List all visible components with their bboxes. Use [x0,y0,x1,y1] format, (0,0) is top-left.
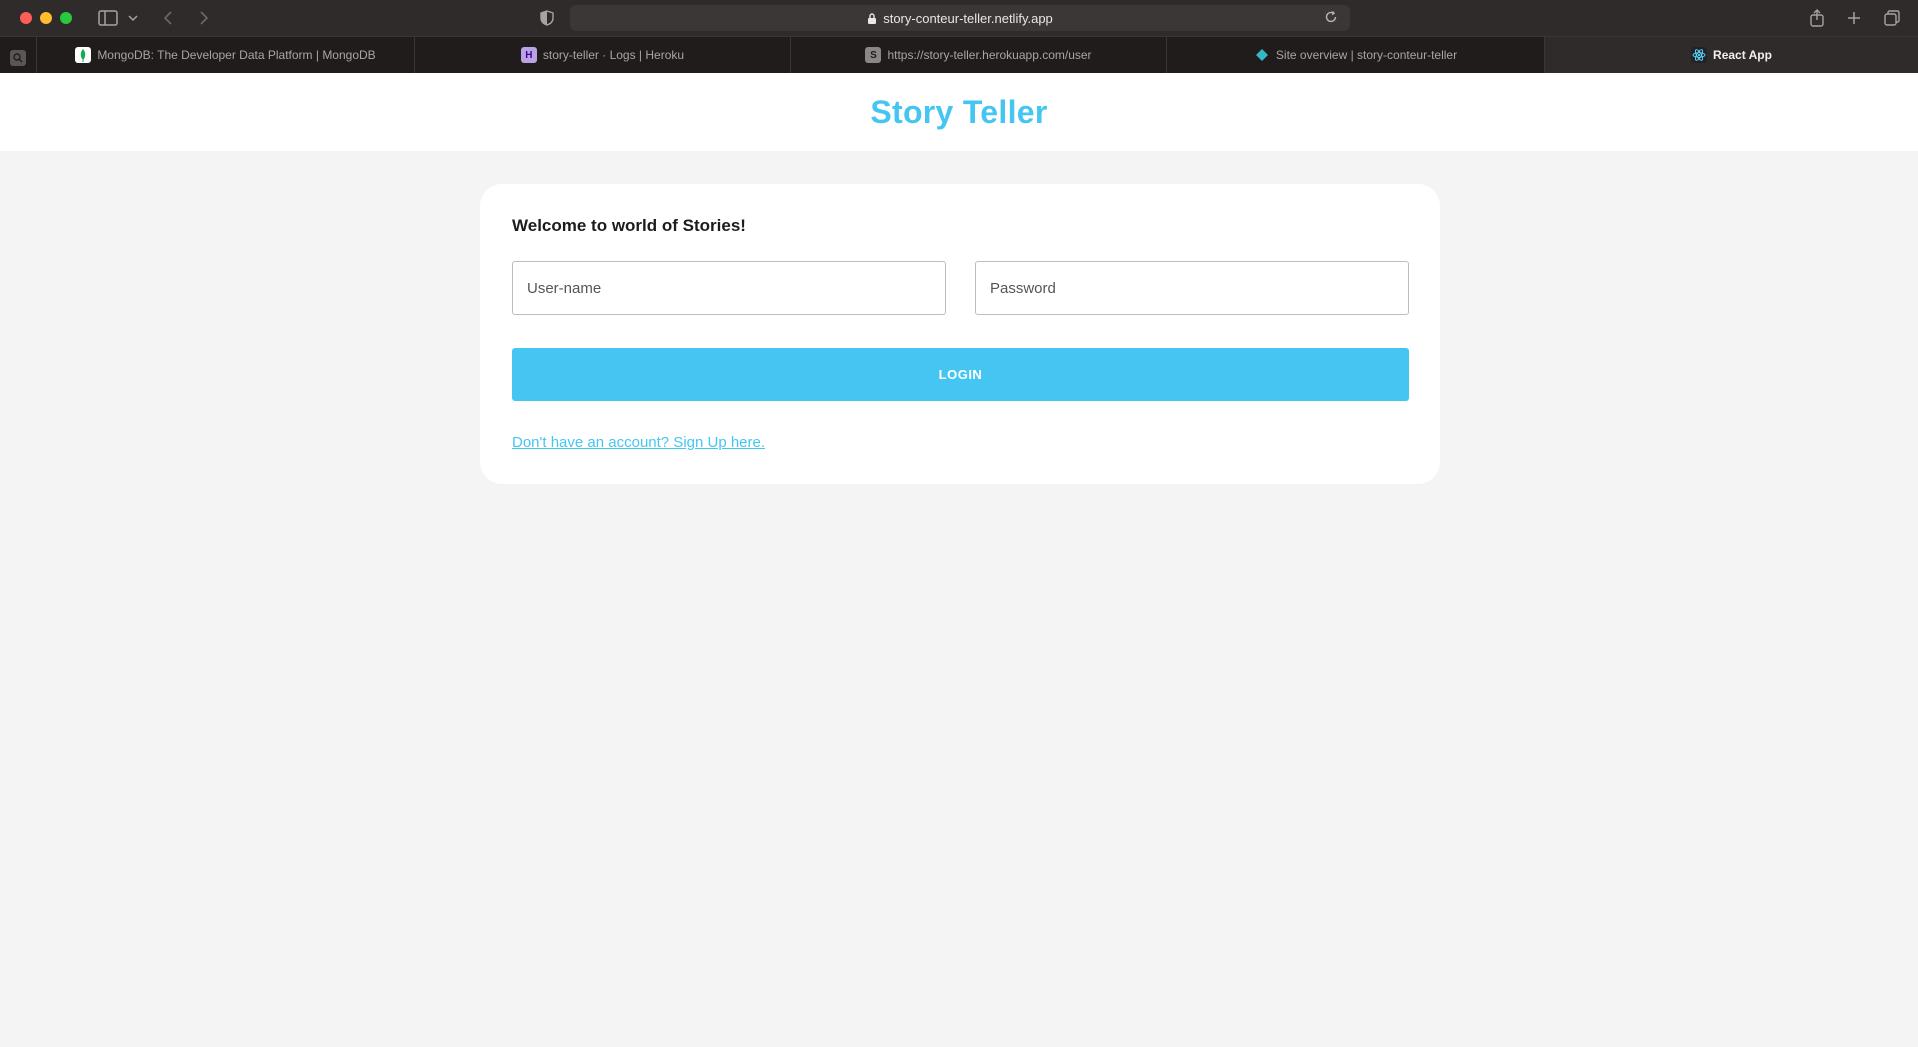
react-icon [1691,47,1708,63]
app-title: Story Teller [870,93,1048,130]
page-content: Story Teller Welcome to world of Stories… [0,73,1918,1047]
password-input[interactable] [975,261,1409,315]
tab-title: https://story-teller.herokuapp.com/user [887,48,1092,62]
share-icon[interactable] [1807,8,1827,28]
login-button[interactable]: LOGIN [512,348,1409,401]
new-tab-icon[interactable] [1844,8,1864,28]
netlify-diamond-icon [1254,47,1270,63]
tab-bar: MongoDB: The Developer Data Platform | M… [0,36,1918,73]
tab-title: React App [1713,48,1772,62]
tab-heroku-logs[interactable]: H story-teller · Logs | Heroku [414,37,790,73]
username-input[interactable] [512,261,946,315]
browser-toolbar: story-conteur-teller.netlify.app [0,0,1918,36]
url-text: story-conteur-teller.netlify.app [883,10,1053,26]
login-card: Welcome to world of Stories! LOGIN Don't… [480,184,1440,484]
reload-icon[interactable] [1324,10,1340,26]
tab-title: story-teller · Logs | Heroku [542,48,685,62]
tab-herokuapp-user[interactable]: S https://story-teller.herokuapp.com/use… [790,37,1166,73]
tab-title: MongoDB: The Developer Data Platform | M… [97,48,376,62]
zoom-window-button[interactable] [60,12,72,24]
chevron-down-icon[interactable] [126,8,140,28]
heroku-icon: H [520,47,537,63]
close-window-button[interactable] [20,12,32,24]
mongodb-leaf-icon [75,47,92,63]
tab-title: Site overview | story-conteur-teller [1275,48,1458,62]
app-header: Story Teller [0,73,1918,151]
signup-link[interactable]: Don't have an account? Sign Up here. [512,434,765,451]
welcome-heading: Welcome to world of Stories! [512,216,746,235]
minimize-window-button[interactable] [40,12,52,24]
tab-react-app[interactable]: React App [1544,37,1918,73]
privacy-shield-icon[interactable] [538,8,556,28]
back-arrow-icon[interactable] [160,8,176,28]
tab-search-icon[interactable] [10,50,26,66]
forward-arrow-icon[interactable] [196,8,212,28]
browser-window: story-conteur-teller.netlify.app MongoDB… [0,0,1918,1047]
lock-icon [867,11,877,25]
tab-netlify-site-overview[interactable]: Site overview | story-conteur-teller [1166,37,1544,73]
address-bar[interactable]: story-conteur-teller.netlify.app [570,5,1350,31]
s-letter-icon: S [865,47,882,63]
tab-mongodb[interactable]: MongoDB: The Developer Data Platform | M… [36,37,414,73]
sidebar-toggle-icon[interactable] [97,8,119,28]
tab-overview-icon[interactable] [1882,8,1902,28]
